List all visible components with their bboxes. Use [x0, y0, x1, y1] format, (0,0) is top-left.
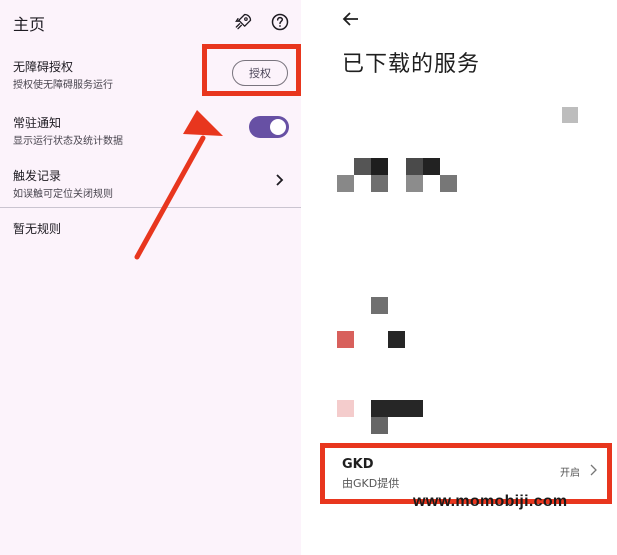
pixelated-block [406, 175, 423, 192]
trigger-log-title[interactable]: 触发记录 [13, 167, 61, 184]
toggle-knob [270, 119, 286, 135]
chevron-right-icon[interactable] [274, 173, 284, 187]
pixelated-block [562, 107, 578, 123]
pixelated-block [388, 331, 405, 348]
pixelated-block [423, 158, 440, 175]
pixelated-block [337, 331, 354, 348]
pixelated-block [371, 417, 388, 434]
pixelated-block [440, 175, 457, 192]
page-title: 主页 [13, 15, 46, 34]
help-icon[interactable] [270, 12, 290, 32]
pixelated-block [337, 400, 354, 417]
trigger-log-subtitle: 如误触可定位关闭规则 [13, 189, 113, 200]
pixelated-block [371, 158, 388, 175]
pixelated-block [371, 175, 388, 192]
notification-toggle[interactable] [249, 116, 289, 138]
notification-title: 常驻通知 [13, 116, 62, 130]
accessibility-subtitle: 授权使无障碍服务运行 [13, 80, 113, 91]
notification-subtitle: 显示运行状态及统计数据 [13, 136, 123, 147]
pixelated-block [371, 400, 423, 417]
highlight-box [202, 44, 301, 96]
pixelated-block [354, 158, 371, 175]
no-rules-text: 暂无规则 [13, 222, 62, 236]
pixelated-block [337, 175, 354, 192]
accessibility-title: 无障碍授权 [13, 60, 74, 74]
rocket-icon[interactable] [233, 12, 253, 32]
page-title: 已下载的服务 [342, 52, 481, 77]
annotation-arrow [134, 110, 223, 260]
back-arrow-icon[interactable] [342, 10, 360, 28]
pixelated-block [371, 297, 388, 314]
watermark: www.momobiji.com [413, 493, 568, 510]
pixelated-block [406, 158, 423, 175]
